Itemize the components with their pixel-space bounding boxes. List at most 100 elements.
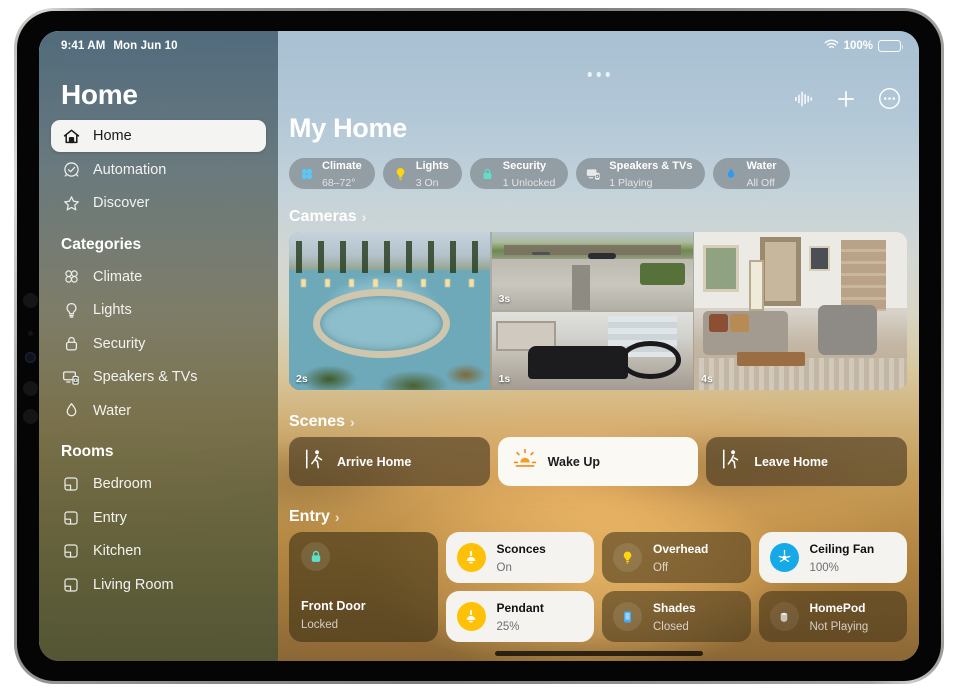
- status-bar-left: 9:41 AM Mon Jun 10: [51, 31, 266, 52]
- status-pill-lights[interactable]: Lights 3 On: [382, 158, 462, 189]
- pill-title: Water: [746, 159, 777, 172]
- main-content: 100% My Home Climate 68–72° Lights 3 On …: [278, 31, 919, 661]
- scene-wake-up[interactable]: Wake Up: [497, 437, 699, 486]
- lightbulb-icon: [61, 300, 81, 320]
- audio-waveform-icon[interactable]: [794, 90, 814, 108]
- battery-percent-label: 100%: [843, 40, 873, 52]
- sensor-dot-4: [23, 381, 38, 396]
- sidebar-item-kitchen[interactable]: Kitchen: [51, 535, 266, 567]
- accessory-state: Locked: [301, 619, 339, 632]
- device-bezel: 9:41 AM Mon Jun 10 Home Home Automation …: [17, 11, 941, 681]
- sidebar-item-entry[interactable]: Entry: [51, 502, 266, 534]
- sidebar-item-label: Lights: [93, 302, 132, 318]
- star-icon: [61, 193, 81, 213]
- sidebar-item-bedroom[interactable]: Bedroom: [51, 468, 266, 500]
- sidebar-item-living-room[interactable]: Living Room: [51, 569, 266, 601]
- camera-feed-living-room[interactable]: 4s: [694, 232, 907, 390]
- sidebar-item-climate[interactable]: Climate: [51, 261, 266, 293]
- sidebar-item-lights[interactable]: Lights: [51, 294, 266, 326]
- cameras-section: Cameras › 2s 3s 1s 4s: [278, 208, 919, 390]
- fan-icon: [61, 267, 81, 287]
- room-icon: [61, 508, 81, 528]
- sidebar-item-automation[interactable]: Automation: [51, 154, 266, 186]
- lightbulb-icon: [392, 165, 409, 182]
- accessory-tile-shades[interactable]: Shades Closed: [602, 591, 751, 642]
- accessory-state: Off: [653, 561, 669, 574]
- sidebar-item-label: Living Room: [93, 576, 174, 593]
- accessory-tile-front-door[interactable]: Front Door Locked: [289, 532, 438, 642]
- scenes-row: Arrive Home Wake Up Leave Home: [289, 437, 908, 486]
- battery-icon: [878, 40, 904, 52]
- plus-icon[interactable]: [836, 89, 856, 109]
- sidebar-categories-header: Categories: [61, 235, 142, 253]
- accessory-state: 100%: [809, 561, 839, 574]
- water-drop-icon: [722, 165, 739, 182]
- sidebar-item-discover[interactable]: Discover: [51, 187, 266, 219]
- pill-value: All Off: [746, 176, 775, 189]
- accessory-tile-overhead[interactable]: Overhead Off: [602, 532, 751, 583]
- status-pill-security[interactable]: Security 1 Unlocked: [469, 158, 569, 189]
- camera-feed-driveway[interactable]: 3s: [491, 232, 693, 311]
- status-pill-climate[interactable]: Climate 68–72°: [289, 158, 375, 189]
- camera-timestamp: 3s: [498, 293, 511, 306]
- scene-leave-home[interactable]: Leave Home: [706, 437, 908, 486]
- window-dot: [605, 72, 610, 77]
- scene-label: Leave Home: [754, 454, 828, 469]
- home-indicator[interactable]: [494, 651, 703, 656]
- lock-icon: [61, 334, 81, 354]
- person-arrive-icon: [304, 447, 326, 476]
- pill-title: Speakers & TVs: [609, 159, 693, 172]
- more-ellipsis-icon[interactable]: [878, 87, 901, 110]
- chevron-right-icon: ›: [350, 414, 355, 430]
- scene-arrive-home[interactable]: Arrive Home: [289, 437, 490, 486]
- camera-feed-garage[interactable]: 1s: [491, 311, 693, 390]
- camera-image: [694, 232, 907, 390]
- scenes-section: Scenes › Arrive Home Wake Up Leave Home: [278, 413, 919, 486]
- homepod-icon: [769, 602, 799, 631]
- cameras-section-header[interactable]: Cameras ›: [289, 208, 919, 226]
- water-drop-icon: [61, 401, 81, 421]
- sidebar-item-label: Kitchen: [93, 543, 142, 559]
- window-dot: [596, 72, 601, 77]
- sidebar: 9:41 AM Mon Jun 10 Home Home Automation …: [39, 31, 278, 661]
- window-controls-dots[interactable]: [587, 72, 610, 77]
- accessory-tile-sconces[interactable]: Sconces On: [445, 532, 594, 583]
- entry-section: Entry › Front Door Locked Sconces On Ove…: [278, 508, 919, 642]
- lock-icon: [479, 165, 496, 182]
- entry-section-header[interactable]: Entry ›: [289, 508, 919, 526]
- status-bar-right: 100%: [824, 39, 904, 53]
- pill-value: 3 On: [415, 176, 439, 189]
- pill-value: 68–72°: [322, 176, 356, 189]
- accessory-name: Shades: [653, 600, 696, 615]
- sidebar-item-label: Speakers & TVs: [93, 369, 198, 385]
- room-icon: [61, 474, 81, 494]
- sidebar-item-speakers-tvs[interactable]: Speakers & TVs: [51, 361, 266, 393]
- camera-timestamp: 1s: [498, 373, 511, 385]
- entry-header-label: Entry: [289, 508, 330, 525]
- status-pill-water[interactable]: Water All Off: [713, 158, 790, 189]
- sidebar-item-security[interactable]: Security: [51, 328, 266, 360]
- status-pill-speakers-tvs[interactable]: Speakers & TVs 1 Playing: [576, 158, 706, 189]
- sidebar-item-water[interactable]: Water: [51, 395, 266, 427]
- accessory-name: Pendant: [496, 600, 544, 615]
- sidebar-item-home[interactable]: Home: [51, 120, 266, 152]
- accessory-tile-ceiling-fan[interactable]: Ceiling Fan 100%: [758, 532, 907, 583]
- accessory-state: 25%: [496, 620, 520, 633]
- pill-value: 1 Playing: [609, 176, 653, 189]
- scene-label: Wake Up: [547, 454, 600, 469]
- accessory-name: Front Door: [301, 599, 366, 614]
- sidebar-item-label: Entry: [93, 509, 127, 526]
- accessory-name: Overhead: [653, 541, 709, 556]
- shade-blind-icon: [613, 602, 642, 631]
- house-icon: [61, 126, 81, 146]
- accessory-state: Closed: [653, 620, 689, 633]
- camera-image: [491, 232, 693, 311]
- accessory-state: Not Playing: [809, 620, 869, 633]
- camera-feed-pool[interactable]: 2s: [289, 232, 491, 390]
- accessory-tile-homepod[interactable]: HomePod Not Playing: [758, 591, 907, 642]
- accessory-tile-pendant[interactable]: Pendant 25%: [445, 591, 594, 642]
- pill-title: Climate: [322, 159, 362, 172]
- sidebar-item-label: Climate: [93, 268, 143, 285]
- status-date: Mon Jun 10: [113, 40, 178, 52]
- scenes-section-header[interactable]: Scenes ›: [289, 413, 919, 431]
